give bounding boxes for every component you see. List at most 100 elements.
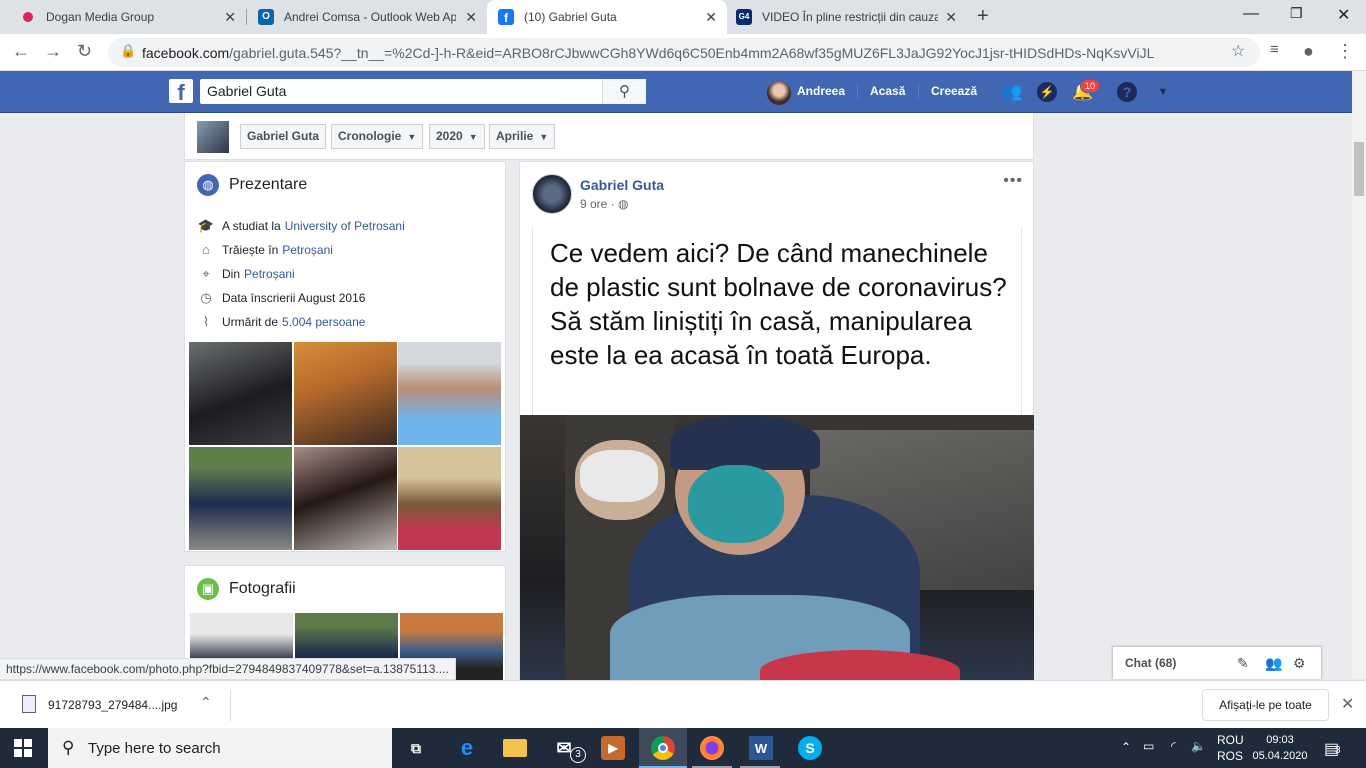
year-dropdown[interactable]: 2020 ▼: [429, 124, 485, 149]
search-icon[interactable]: ⚲: [602, 79, 646, 104]
close-icon[interactable]: ✕: [224, 9, 236, 26]
action-center-icon[interactable]: ▤ 3: [1324, 739, 1341, 759]
input-language-indicator[interactable]: ROU ROS: [1217, 732, 1244, 764]
globe-icon: ◍: [197, 174, 219, 196]
profile-thumbnail[interactable]: [197, 121, 229, 153]
photo-icon: ▣: [197, 578, 219, 600]
messenger-icon[interactable]: ⚡: [1037, 82, 1057, 102]
notification-badge: 10: [1080, 79, 1101, 93]
timeline-dropdown[interactable]: Cronologie ▼: [331, 124, 424, 149]
post-photo[interactable]: [520, 415, 1034, 692]
post-options-button[interactable]: •••: [1003, 172, 1023, 190]
facebook-logo-icon[interactable]: f: [169, 79, 193, 105]
profile-link[interactable]: Andreea: [797, 84, 845, 98]
window-close-icon[interactable]: ✕: [1337, 5, 1350, 25]
home-link[interactable]: Acasă: [857, 84, 905, 98]
star-icon[interactable]: ☆: [1231, 41, 1245, 61]
intro-card: ◍ Prezentare 🎓 A studiat la University o…: [184, 161, 506, 552]
image-file-icon: [22, 695, 36, 713]
reload-icon[interactable]: ↻: [77, 41, 92, 62]
user-avatar[interactable]: [767, 81, 791, 105]
featured-photo[interactable]: [294, 342, 397, 445]
gear-icon[interactable]: ⚙: [1293, 655, 1306, 672]
public-globe-icon: ◍: [618, 197, 629, 211]
featured-photo[interactable]: [294, 447, 397, 550]
system-clock[interactable]: 09:03 05.04.2020: [1252, 732, 1308, 764]
outlook-icon: O: [258, 9, 274, 25]
volume-icon[interactable]: 🔈: [1191, 739, 1206, 753]
new-tab-button[interactable]: +: [977, 5, 989, 28]
post-image-text-panel: Ce vedem aici? De când manechinele de pl…: [532, 228, 1022, 416]
back-icon[interactable]: ←: [12, 41, 30, 62]
chevron-up-icon[interactable]: ⌃: [200, 694, 212, 711]
chevron-down-icon: ▼: [407, 132, 417, 142]
tab-outlook[interactable]: O Andrei Comsa - Outlook Web Ap ✕: [247, 0, 487, 34]
address-bar[interactable]: 🔒 facebook.com/gabriel.guta.545?__tn__=%…: [108, 38, 1260, 67]
followers-link[interactable]: 5.004 persoane: [282, 315, 365, 329]
facebook-icon: f: [498, 9, 514, 25]
menu-kebab-icon[interactable]: ⋮: [1336, 41, 1354, 62]
tab-g4media[interactable]: G4 VIDEO În pline restricții din cauza ✕: [727, 0, 967, 34]
close-icon[interactable]: ✕: [945, 9, 957, 26]
timeline-post: Gabriel Guta 9 ore · ◍ ••• Ce vedem aici…: [519, 161, 1034, 692]
battery-icon[interactable]: ▭: [1143, 739, 1154, 753]
tab-facebook-active[interactable]: f (10) Gabriel Guta ✕: [487, 0, 727, 34]
media-player-icon[interactable]: ▶: [601, 736, 625, 760]
mail-badge: 3: [570, 747, 586, 763]
edge-icon[interactable]: e: [455, 735, 479, 760]
file-explorer-icon[interactable]: [503, 739, 527, 757]
university-link[interactable]: University of Petrosani: [285, 219, 405, 233]
link-status-bubble: https://www.facebook.com/photo.php?fbid=…: [0, 658, 456, 680]
intro-heading: ◍ Prezentare: [197, 174, 307, 196]
account-menu-icon[interactable]: ▼: [1153, 82, 1173, 102]
featured-photo[interactable]: [189, 342, 292, 445]
g4media-icon: G4: [736, 9, 752, 25]
minimize-icon[interactable]: —: [1243, 5, 1259, 23]
forward-icon[interactable]: →: [44, 41, 62, 62]
chrome-icon[interactable]: [651, 736, 675, 760]
home-icon: ⌂: [202, 242, 210, 257]
windows-start-icon[interactable]: [14, 739, 32, 757]
featured-photo[interactable]: [398, 447, 501, 550]
create-link[interactable]: Creează: [918, 84, 977, 98]
close-icon[interactable]: ✕: [465, 9, 477, 26]
post-author-name[interactable]: Gabriel Guta: [580, 177, 664, 193]
tab-dogan-media[interactable]: Dogan Media Group ✕: [0, 0, 246, 34]
subnav-profile-name[interactable]: Gabriel Guta: [240, 124, 327, 149]
hometown-link[interactable]: Petroșani: [244, 267, 295, 281]
close-icon[interactable]: ✕: [705, 9, 717, 26]
media-control-icon[interactable]: ≡: [1270, 41, 1279, 58]
month-dropdown[interactable]: Aprilie ▼: [489, 124, 556, 149]
friends-icon[interactable]: 👥: [1001, 82, 1022, 102]
wifi-icon[interactable]: ◜: [1171, 739, 1176, 753]
show-all-downloads-button[interactable]: Afișați-le pe toate: [1202, 689, 1329, 721]
featured-photo[interactable]: [398, 342, 501, 445]
windows-taskbar: ⚲ Type here to search ⧉ e ✉ 3 ▶ W S ⌃ ▭ …: [0, 728, 1366, 768]
facebook-search-input[interactable]: Gabriel Guta ⚲: [200, 79, 646, 104]
intro-joined: ◷ Data înscrierii August 2016: [197, 290, 365, 306]
word-icon[interactable]: W: [749, 736, 773, 760]
task-view-icon[interactable]: ⧉: [404, 736, 428, 760]
maximize-icon[interactable]: ❐: [1290, 5, 1303, 22]
taskbar-search-input[interactable]: ⚲ Type here to search: [48, 728, 392, 768]
help-icon[interactable]: ?: [1117, 82, 1137, 102]
post-author-avatar[interactable]: [532, 174, 572, 214]
post-timestamp[interactable]: 9 ore · ◍: [580, 197, 629, 211]
create-group-icon[interactable]: 👥: [1265, 655, 1282, 672]
featured-photo[interactable]: [189, 447, 292, 550]
download-item[interactable]: 91728793_279484....jpg: [48, 698, 177, 712]
firefox-icon[interactable]: [700, 736, 724, 760]
photos-heading: ▣ Fotografii: [197, 578, 296, 600]
intro-lives-in: ⌂ Trăiește în Petroșani: [197, 242, 333, 257]
clock-icon: ◷: [200, 290, 212, 305]
chevron-up-icon[interactable]: ⌃: [1121, 740, 1131, 754]
compose-icon[interactable]: ✎: [1237, 655, 1249, 672]
scrollbar-thumb[interactable]: [1354, 142, 1364, 196]
profile-icon[interactable]: ●: [1303, 41, 1314, 62]
city-link[interactable]: Petroșani: [282, 243, 333, 257]
location-pin-icon: ⌖: [202, 266, 210, 281]
skype-icon[interactable]: S: [798, 736, 822, 760]
facebook-header: f Gabriel Guta ⚲ Andreea Acasă Creează 👥…: [0, 71, 1352, 113]
chat-sidebar-tab[interactable]: Chat (68) ✎ 👥 ⚙: [1112, 646, 1322, 679]
close-icon[interactable]: ✕: [1341, 694, 1354, 714]
